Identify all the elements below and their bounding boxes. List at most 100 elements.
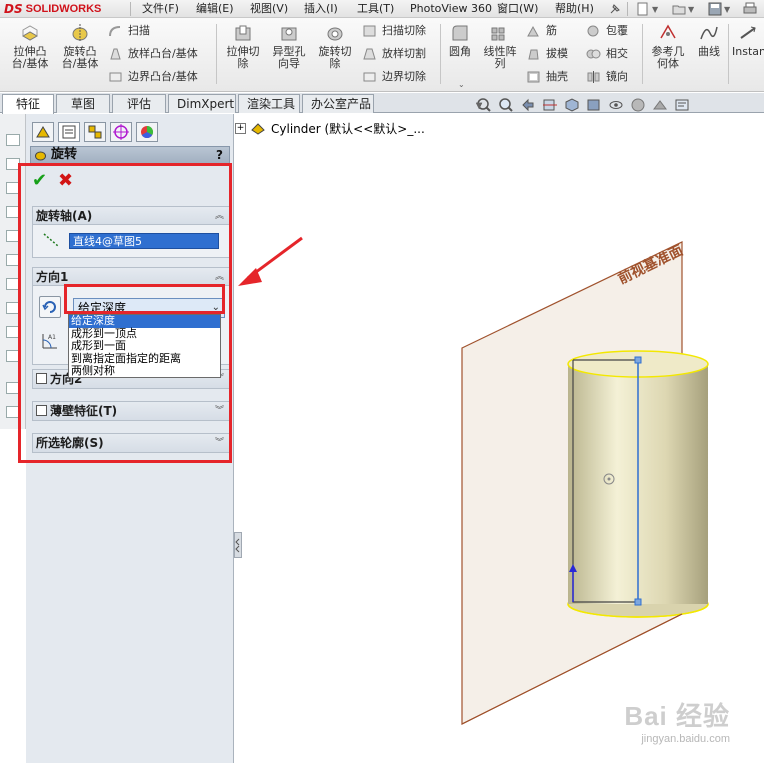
feature-tree-icon [36,126,50,138]
menu-tools[interactable]: 工具(T) [357,1,394,17]
menu-bar: DS SOLIDWORKS 文件(F) 编辑(E) 视图(V) 插入(I) 工具… [0,0,764,18]
print-icon[interactable] [742,2,758,16]
lofted-cut-button[interactable]: 放样切割 [362,45,426,63]
tab-sketch[interactable]: 草图 [56,94,110,113]
mirror-label: 镜向 [606,70,628,83]
loft-boss-icon [110,48,121,60]
apply-scene-icon[interactable] [652,97,668,113]
edit-appearance-icon[interactable] [630,97,646,113]
open-folder-icon[interactable] [672,2,686,16]
tab-office-products[interactable]: 办公室产品 [302,94,374,113]
solidworks-logo[interactable]: DS SOLIDWORKS [4,1,101,17]
hole-wizard-button[interactable]: 异型孔 向导 [268,22,310,70]
sketch-point[interactable] [634,598,642,606]
menu-help[interactable]: 帮助(H) [555,1,594,17]
heads-up-view-toolbar: ▼ ▼ ▼ ▼ ▼ [476,96,690,114]
chevron-down-icon[interactable]: ▼ [724,5,730,14]
fillet-label: 圆角 [449,45,471,58]
tab-dimxpert[interactable]: DimXpert [168,94,236,113]
linear-pattern-button[interactable]: 线性阵 列 [480,22,520,70]
revolve-cut-label: 旋转切 除 [318,45,352,70]
shell-button[interactable]: 抽壳 [526,68,568,86]
menu-photoview[interactable]: PhotoView 360 [410,1,492,17]
extrude-cut-icon [235,25,251,41]
fillet-button[interactable]: 圆角 [444,22,476,58]
graphics-area[interactable]: 前视基准面 + Cylinder (默认<<默认>_... Bai 经验 jin… [235,114,764,763]
menu-view[interactable]: 视图(V) [250,1,288,17]
view-orientation-icon[interactable] [564,97,580,113]
save-icon[interactable] [708,2,722,16]
chevron-down-icon[interactable]: ▼ [476,101,482,110]
chevron-down-icon[interactable]: ▼ [688,5,694,14]
extrude-boss-button[interactable]: 拉伸凸 台/基体 [8,22,52,70]
color-wheel-icon [141,126,154,139]
sweep-button[interactable]: 扫描 [108,22,150,40]
instant3d-button[interactable]: Instan [732,22,764,58]
tree-expand-toggle[interactable]: + [235,122,246,134]
swept-cut-button[interactable]: 扫描切除 [362,22,426,40]
display-style-icon[interactable] [586,97,602,113]
reference-geometry-icon [660,24,676,39]
boundary-boss-button[interactable]: 边界凸台/基体 [108,68,198,86]
part-name[interactable]: Cylinder (默认<<默认>_... [271,120,425,137]
box-icon[interactable] [6,134,20,146]
sweep-icon [109,26,121,37]
intersect-icon [586,49,601,59]
extrude-boss-label: 拉伸凸 台/基体 [11,45,49,70]
loft-boss-button[interactable]: 放样凸台/基体 [108,45,198,63]
intersect-button[interactable]: 相交 [586,45,628,63]
center-marker-dot [607,477,611,481]
feature-manager-tab[interactable] [32,122,54,142]
wrap-label: 包覆 [606,24,628,37]
display-manager-tab[interactable] [136,122,158,142]
sketch-point[interactable] [634,356,642,364]
tab-evaluate[interactable]: 评估 [112,94,166,113]
curves-button[interactable]: 曲线 [694,22,724,58]
hole-wizard-icon [281,27,297,41]
part-icon [251,123,265,135]
revolve-boss-button[interactable]: 旋转凸 台/基体 [58,22,102,70]
chevron-down-icon[interactable]: ▼ [652,5,658,14]
section-view-icon[interactable] [542,97,558,113]
menu-window[interactable]: 窗口(W) [497,1,538,17]
dimxpert-manager-tab[interactable] [110,122,132,142]
tab-features[interactable]: 特征 [2,94,54,114]
extrude-cut-button[interactable]: 拉伸切 除 [222,22,264,70]
highlight-box [64,284,225,314]
rib-button[interactable]: 筋 [526,22,557,40]
reference-geometry-button[interactable]: 参考几 何体 [648,22,688,70]
configuration-manager-tab[interactable] [84,122,106,142]
configuration-icon [88,125,102,139]
chevron-down-icon[interactable]: ⌄ [458,80,465,89]
view-settings-icon[interactable] [674,97,690,113]
swept-cut-label: 扫描切除 [382,24,426,37]
revolve-cut-button[interactable]: 旋转切 除 [314,22,356,70]
tab-render-tools[interactable]: 渲染工具 [238,94,300,113]
boundary-cut-button[interactable]: 边界切除 [362,68,426,86]
annotation-arrow-icon [238,236,303,286]
curves-label: 曲线 [698,45,720,58]
new-document-icon[interactable] [636,2,650,16]
curves-icon [700,26,718,40]
wrap-button[interactable]: 包覆 [586,22,628,40]
hide-show-items-icon[interactable] [608,97,624,113]
model-viewport[interactable]: 前视基准面 [235,114,764,763]
draft-button[interactable]: 拔模 [526,45,568,63]
zoom-to-area-icon[interactable] [498,97,514,113]
linear-pattern-label: 线性阵 列 [483,45,517,70]
menu-separator [627,2,628,16]
swept-cut-icon [363,25,376,37]
menu-edit[interactable]: 编辑(E) [196,1,234,17]
toolbar-separator [728,24,729,84]
property-manager-tab[interactable] [58,122,80,142]
menu-insert[interactable]: 插入(I) [304,1,338,17]
pin-icon[interactable] [608,2,622,16]
previous-view-icon[interactable] [520,97,536,113]
help-button[interactable]: ? [216,147,223,163]
collapse-arrow-icon [235,538,240,553]
instant3d-icon [740,26,756,39]
panel-title-bar: 旋转 ? [30,146,230,164]
mirror-button[interactable]: 镜向 [586,68,628,86]
menu-file[interactable]: 文件(F) [142,1,179,17]
panel-splitter-handle[interactable] [234,532,242,558]
